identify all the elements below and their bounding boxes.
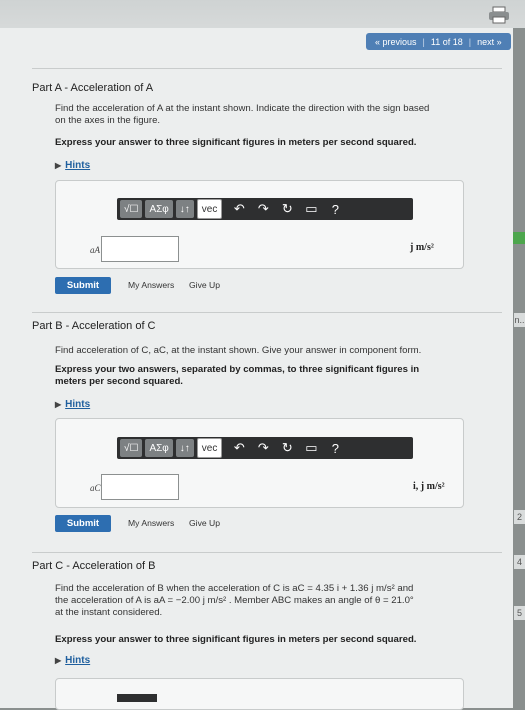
side-tab[interactable]: 5 [514, 606, 525, 620]
expand-triangle-icon: ▶ [55, 161, 62, 170]
part-c-desc-line: Find the acceleration of B when the acce… [55, 583, 414, 594]
subscript-superscript-button[interactable]: ↓↑ [175, 200, 194, 218]
part-a-math-toolbar: √☐ ΑΣφ ↓↑ vec ↶ ↷ ↻ ▭ ? [117, 198, 413, 220]
expand-triangle-icon: ▶ [55, 656, 62, 665]
part-c-desc-line: the acceleration of A is aA = −2.00 j m/… [55, 595, 414, 606]
reset-icon[interactable]: ↻ [280, 440, 294, 456]
vector-button[interactable]: vec [196, 199, 223, 219]
expand-triangle-icon: ▶ [55, 400, 62, 409]
divider [32, 552, 502, 553]
greek-symbols-button[interactable]: ΑΣφ [145, 439, 173, 457]
side-tab[interactable]: 2 [514, 510, 525, 524]
pagination-nav: « previous | 11 of 18 | next » [366, 33, 511, 50]
part-b-instruction-line: meters per second squared. [55, 376, 183, 387]
divider [32, 68, 502, 69]
part-a-unit: j m/s² [410, 242, 434, 253]
next-link[interactable]: next » [474, 37, 505, 47]
keyboard-icon[interactable]: ▭ [304, 201, 318, 217]
part-a-description: Find the acceleration of A at the instan… [55, 103, 429, 127]
part-b-math-toolbar: √☐ ΑΣφ ↓↑ vec ↶ ↷ ↻ ▭ ? [117, 437, 413, 459]
part-c-description: Find the acceleration of B when the acce… [55, 583, 414, 619]
part-b-give-up-link[interactable]: Give Up [189, 518, 220, 528]
help-icon[interactable]: ? [328, 441, 342, 456]
part-a-my-answers-link[interactable]: My Answers [128, 280, 174, 290]
side-tab[interactable]: n.. [514, 313, 525, 327]
part-b-unit: i, j m/s² [413, 481, 445, 492]
page-position: 11 of 18 [430, 36, 463, 47]
hints-label: Hints [65, 160, 91, 171]
undo-icon[interactable]: ↶ [232, 440, 246, 456]
part-b-answer-input[interactable] [101, 474, 179, 500]
subscript-superscript-button[interactable]: ↓↑ [175, 439, 194, 457]
divider [32, 312, 502, 313]
part-c-hints-link[interactable]: ▶ Hints [55, 655, 90, 666]
templates-button[interactable]: √☐ [120, 439, 143, 457]
printer-icon[interactable] [488, 6, 510, 24]
previous-link[interactable]: « previous [372, 37, 420, 47]
hints-label: Hints [65, 399, 91, 410]
part-b-title: Part B - Acceleration of C [32, 320, 156, 332]
part-b-instruction-line: Express your two answers, separated by c… [55, 364, 420, 375]
undo-icon[interactable]: ↶ [232, 201, 246, 217]
part-a-hints-link[interactable]: ▶ Hints [55, 160, 90, 171]
redo-icon[interactable]: ↷ [256, 201, 270, 217]
part-b-instruction: Express your two answers, separated by c… [55, 364, 419, 388]
part-a-desc-line: Find the acceleration of A at the instan… [55, 103, 430, 114]
hints-label: Hints [65, 655, 91, 666]
part-a-instruction: Express your answer to three significant… [55, 137, 417, 148]
side-strip: n.. 2 4 5 [513, 28, 525, 700]
part-a-submit-button[interactable]: Submit [55, 277, 111, 294]
keyboard-icon[interactable]: ▭ [304, 440, 318, 456]
part-b-hints-link[interactable]: ▶ Hints [55, 399, 90, 410]
side-tab[interactable]: 4 [514, 555, 525, 569]
part-a-desc-line: on the axes in the figure. [55, 115, 161, 126]
part-a-give-up-link[interactable]: Give Up [189, 280, 220, 290]
part-c-math-toolbar [117, 694, 157, 702]
part-b-my-answers-link[interactable]: My Answers [128, 518, 174, 528]
reset-icon[interactable]: ↻ [280, 201, 294, 217]
part-c-title: Part C - Acceleration of B [32, 560, 156, 572]
part-c-instruction: Express your answer to three significant… [55, 634, 417, 645]
part-b-description: Find acceleration of C, aC, at the insta… [55, 345, 422, 356]
part-c-desc-line: at the instant considered. [55, 607, 163, 618]
templates-button[interactable]: √☐ [120, 200, 143, 218]
greek-symbols-button[interactable]: ΑΣφ [145, 200, 173, 218]
part-a-title: Part A - Acceleration of A [32, 82, 154, 94]
help-icon[interactable]: ? [328, 202, 342, 217]
redo-icon[interactable]: ↷ [256, 440, 270, 456]
part-b-submit-button[interactable]: Submit [55, 515, 111, 532]
photo-top-edge [0, 0, 525, 30]
part-a-answer-input[interactable] [101, 236, 179, 262]
side-green-marker [513, 232, 525, 244]
vector-button[interactable]: vec [196, 438, 223, 458]
